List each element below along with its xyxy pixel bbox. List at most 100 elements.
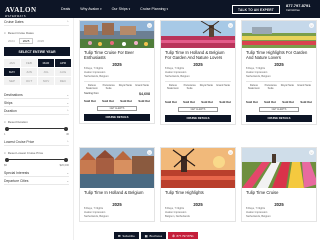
- cruise-card[interactable]: ♡ Tulip Time Highlights 2025 8 Days, 7 Nigh…: [160, 147, 236, 222]
- get-alerts-button[interactable]: GET ALERTS: [178, 106, 218, 112]
- cruise-details-button[interactable]: CRUISE DETAILS: [84, 113, 150, 121]
- filter-lowest-price[interactable]: Lowest Cruise Price ⌃: [4, 138, 69, 146]
- call-label: 877.797.8791: [176, 233, 194, 238]
- cruise-card[interactable]: ♡ Tulip Time Cruise 2025 8 Days, 7 Nights Av…: [241, 147, 317, 222]
- month-option-mar[interactable]: MAR: [38, 59, 54, 67]
- heart-icon[interactable]: ♡: [147, 23, 152, 28]
- price-range-labels: $0 $20,000: [4, 164, 69, 167]
- month-option-jan[interactable]: JAN: [4, 59, 20, 67]
- filter-sidebar: Cruise Dates ⌃ × Reset Cruise Dates 2024…: [0, 18, 74, 240]
- cruise-card-image[interactable]: ♡: [161, 21, 235, 48]
- month-option-oct[interactable]: OCT: [21, 77, 37, 85]
- cruise-card[interactable]: ♡ Tulip Time Highlights For Garden And Na…: [241, 20, 317, 125]
- month-option-nov[interactable]: NOV: [38, 77, 54, 85]
- mail-icon: ✉: [118, 233, 121, 238]
- duration-slider[interactable]: [5, 126, 68, 131]
- slider-handle-max[interactable]: [64, 157, 68, 162]
- get-alerts-button[interactable]: GET ALERTS: [259, 106, 299, 112]
- cabin-type: Deluxe Stateroom: [85, 83, 98, 90]
- price-min: $0: [4, 164, 7, 167]
- cruise-card[interactable]: ♡ Tulip Time In Holland & Belgium For Gar…: [160, 20, 236, 125]
- filter-label: Departure Cities: [4, 178, 29, 183]
- get-alerts-button[interactable]: GET ALERTS: [97, 105, 137, 111]
- filter-destinations[interactable]: Destinations ⌄: [4, 91, 69, 99]
- cruise-details-button[interactable]: CRUISE DETAILS: [165, 114, 231, 122]
- filter-ships[interactable]: Ships ⌄: [4, 99, 69, 107]
- cruise-details-button[interactable]: CRUISE DETAILS: [246, 114, 312, 122]
- cruise-card-title[interactable]: Tulip Time In Holland & Belgium: [84, 190, 150, 200]
- month-option-jun[interactable]: JUN: [21, 68, 37, 76]
- brochures-button[interactable]: ▤ Brochures: [140, 232, 167, 239]
- nav-why-avalon[interactable]: Why Avalon▾: [80, 7, 101, 11]
- heart-icon[interactable]: ♡: [147, 150, 152, 155]
- cruise-card-image[interactable]: ♡: [80, 148, 154, 188]
- cruise-card-body: Tulip Time In Holland & Belgium 2025 8 Day…: [80, 188, 154, 221]
- header-phone-sub: Call toll-free: [286, 8, 300, 12]
- cruise-card-title[interactable]: Tulip Time Highlights For Garden And Nat…: [246, 50, 312, 60]
- filter-duration[interactable]: Duration ⌃: [4, 107, 69, 115]
- month-option-feb[interactable]: FEB: [21, 59, 37, 67]
- month-option-jul[interactable]: JUL: [38, 68, 54, 76]
- brand-logo[interactable]: AVALON WATERWAYS: [5, 0, 41, 18]
- filter-label: Special Interests: [4, 170, 30, 175]
- slider-handle-min[interactable]: [5, 126, 9, 131]
- slider-handle-max[interactable]: [64, 126, 68, 131]
- month-option-aug[interactable]: AUG: [55, 68, 71, 76]
- month-option-sep[interactable]: SEP: [4, 77, 20, 85]
- reset-price-link[interactable]: × Reset Lowest Cruise Price: [4, 150, 69, 156]
- slider-handle-min[interactable]: [5, 157, 9, 162]
- cabin-type: Deluxe Stateroom: [166, 83, 179, 90]
- month-option-may[interactable]: MAY: [4, 68, 20, 76]
- filter-cruise-dates[interactable]: Cruise Dates ⌃: [4, 18, 69, 26]
- talk-to-expert-button[interactable]: TALK TO AN EXPERT: [232, 5, 280, 14]
- month-option-dec[interactable]: DEC: [55, 77, 71, 85]
- main-nav: Deals Why Avalon▾ Our Ships▾ Cruise Plan…: [61, 7, 168, 11]
- sold-out-label: Sold Out: [102, 98, 114, 103]
- nav-cruise-planning[interactable]: Cruise Planning▾: [140, 7, 168, 11]
- heart-icon[interactable]: ♡: [228, 150, 233, 155]
- more-filters: Destinations ⌄ Ships ⌄ Duration ⌃ × Reset Du…: [4, 91, 69, 185]
- chevron-down-icon: ▾: [128, 7, 131, 11]
- nav-deals[interactable]: Deals: [61, 7, 70, 11]
- cruise-card-image[interactable]: ♡: [242, 148, 316, 188]
- heart-icon[interactable]: ♡: [309, 150, 314, 155]
- subscribe-button[interactable]: ✉ Subscribe: [114, 232, 139, 239]
- chevron-down-icon: ▾: [166, 7, 169, 11]
- filter-departure-cities[interactable]: Departure Cities ⌄: [4, 177, 69, 185]
- cruise-card-image[interactable]: ♡: [242, 21, 316, 48]
- chevron-down-icon: ▾: [100, 7, 102, 11]
- heart-icon[interactable]: ♡: [309, 23, 314, 28]
- cabin-type: Royal Suite: [118, 83, 132, 87]
- price-slider[interactable]: [5, 157, 68, 162]
- divider: [246, 80, 312, 82]
- cruise-card-title[interactable]: Tulip Time Cruise For Beer Enthusiasts: [84, 50, 150, 60]
- cruise-card-title[interactable]: Tulip Time Cruise: [246, 190, 312, 200]
- price-row: Starting from $4,608: [84, 92, 150, 96]
- cruise-card[interactable]: ♡ Tulip Time In Holland & Belgium 2025 8 Da…: [79, 147, 155, 222]
- year-option-selected[interactable]: 2025: [18, 38, 34, 44]
- cruise-card[interactable]: ♡ Tulip Time Cruise For Beer Enthusiasts 2…: [79, 20, 155, 124]
- header-phone[interactable]: 877.797.8791 Call toll-free: [286, 3, 310, 12]
- call-button[interactable]: ✆ 877.797.8791: [168, 232, 198, 239]
- chevron-up-icon: ⌃: [66, 139, 69, 144]
- cruise-card-route: Netherlands, Belgium: [84, 214, 109, 218]
- filter-special-interests[interactable]: Special Interests ⌄: [4, 169, 69, 177]
- select-entire-year-button[interactable]: SELECT ENTIRE YEAR: [4, 47, 70, 56]
- year-option[interactable]: 2024: [4, 38, 19, 44]
- cruise-card-title[interactable]: Tulip Time Highlights: [165, 190, 231, 200]
- reset-cruise-dates-link[interactable]: × Reset Cruise Dates: [4, 30, 69, 36]
- month-option-apr[interactable]: APR: [55, 59, 71, 67]
- cruise-card-title[interactable]: Tulip Time In Holland & Belgium For Gard…: [165, 50, 231, 60]
- cabin-type: Royal Suite: [280, 83, 294, 87]
- divider: [165, 80, 231, 82]
- nav-our-ships[interactable]: Our Ships▾: [112, 7, 131, 11]
- price-value: $4,608: [139, 91, 150, 96]
- cruise-card-route: Belgium, Netherlands: [165, 214, 190, 218]
- chevron-down-icon: ⌄: [66, 92, 69, 97]
- year-option[interactable]: 2026: [33, 38, 48, 44]
- cruise-card-image[interactable]: ♡: [80, 21, 154, 48]
- reset-duration-link[interactable]: × Reset Duration: [4, 119, 69, 125]
- heart-icon[interactable]: ♡: [228, 23, 233, 28]
- cruise-card-image[interactable]: ♡: [161, 148, 235, 188]
- filter-label: Cruise Dates: [4, 19, 24, 24]
